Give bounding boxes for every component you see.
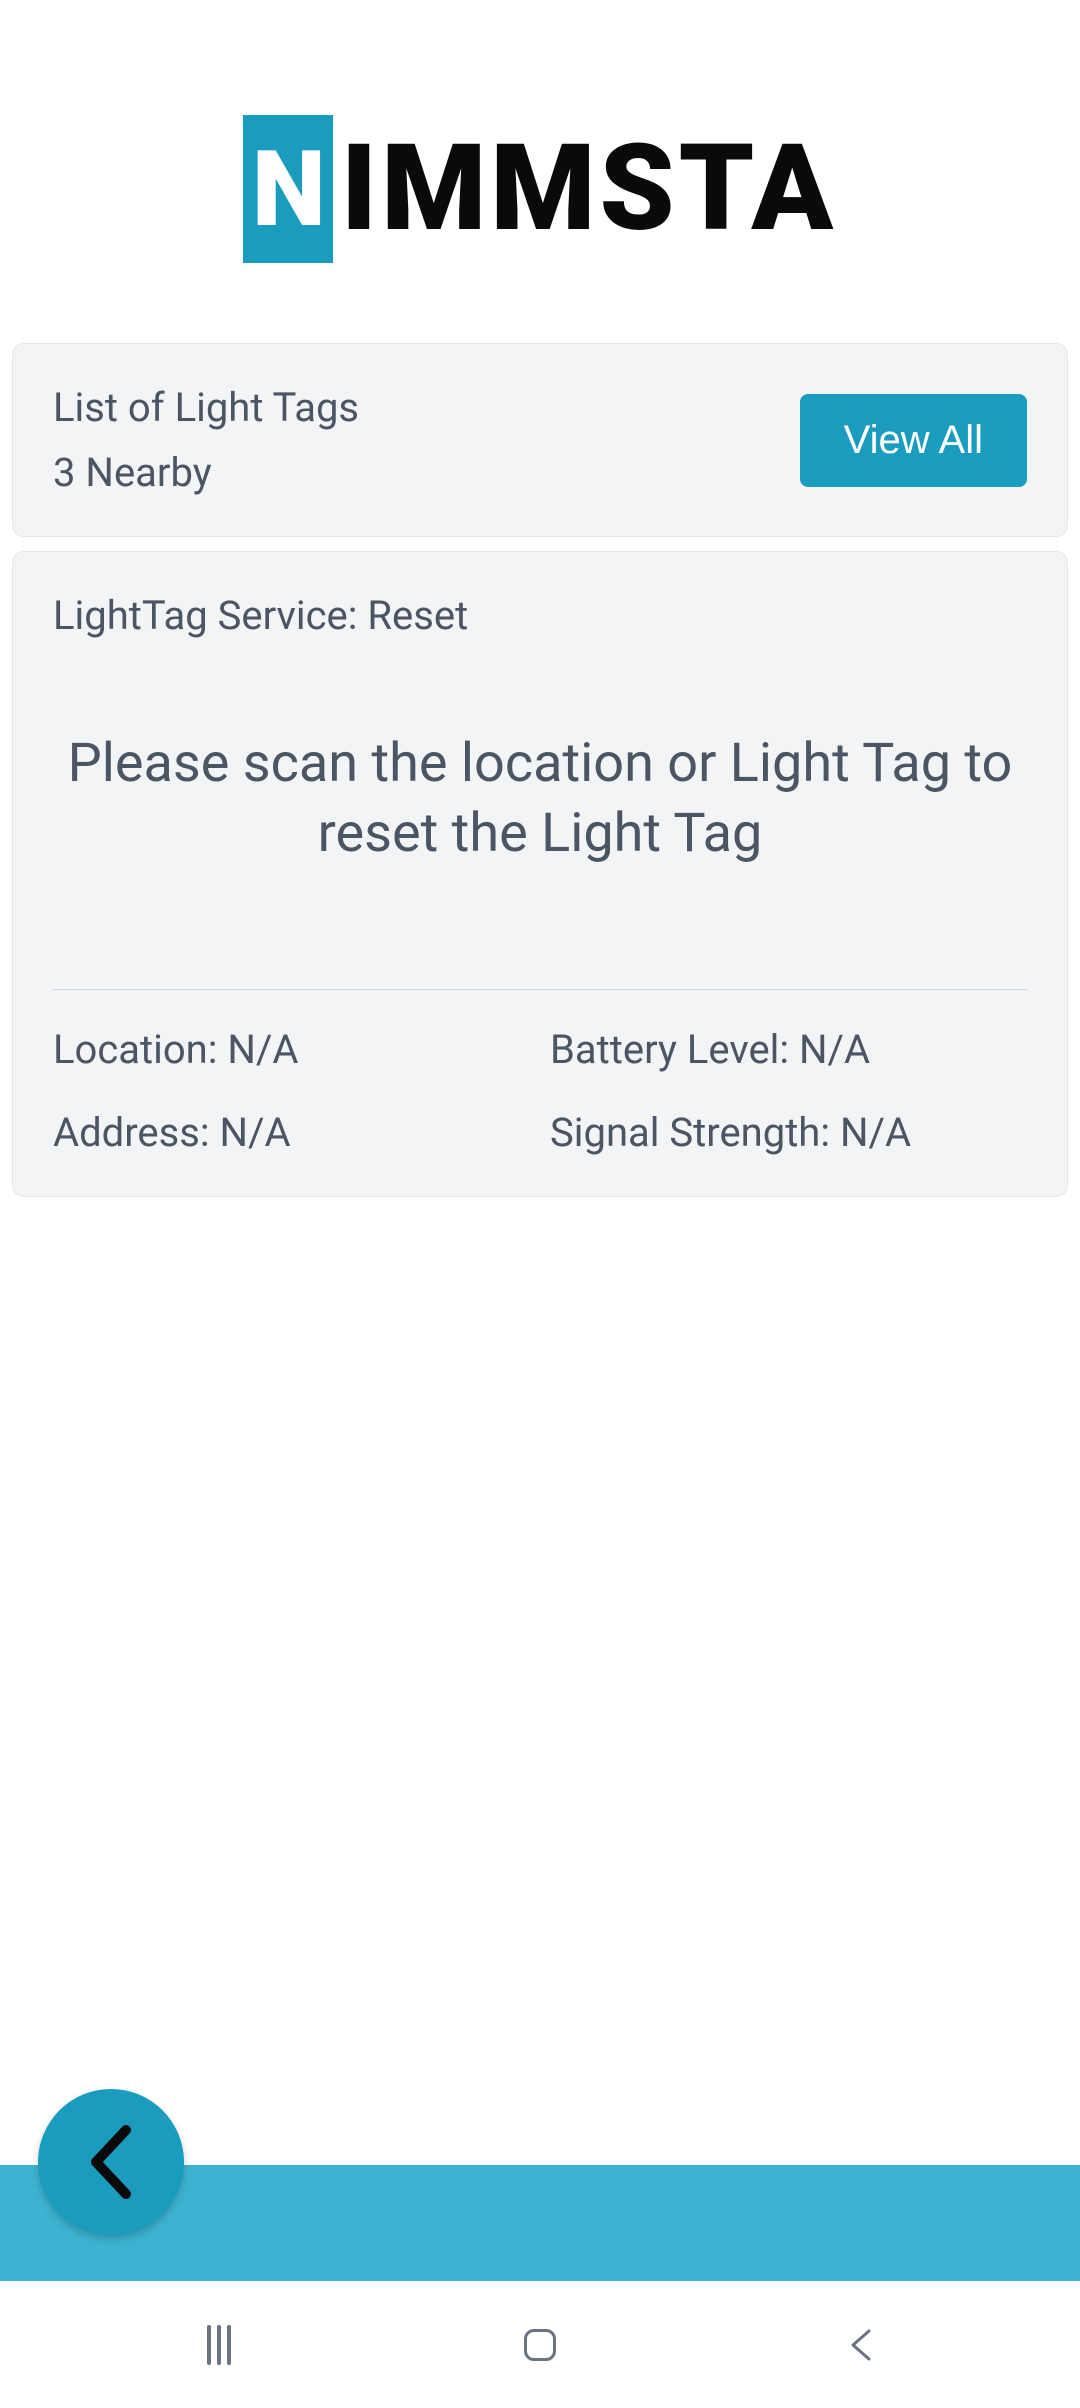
logo-highlighted-letter: N (252, 128, 324, 251)
divider (53, 989, 1027, 990)
system-nav-bar (0, 2281, 1080, 2408)
nav-back-button[interactable] (849, 2327, 873, 2363)
list-info: List of Light Tags 3 Nearby (53, 384, 359, 496)
battery-value: Battery Level: N/A (550, 1026, 1027, 1073)
light-tags-list-card: List of Light Tags 3 Nearby View All (12, 343, 1068, 537)
list-title: List of Light Tags (53, 384, 359, 431)
nav-home-button[interactable] (524, 2329, 556, 2361)
service-card: LightTag Service: Reset Please scan the … (12, 551, 1068, 1197)
service-title: LightTag Service: Reset (53, 592, 1027, 639)
details-grid: Location: N/A Battery Level: N/A Address… (53, 1026, 1027, 1156)
nearby-count: 3 Nearby (53, 449, 359, 496)
back-button[interactable] (38, 2089, 184, 2235)
signal-value: Signal Strength: N/A (550, 1109, 1027, 1156)
instruction-text: Please scan the location or Light Tag to… (53, 729, 1027, 869)
address-value: Address: N/A (53, 1109, 530, 1156)
logo-text: IMMSTA (341, 119, 837, 259)
logo: N IMMSTA (12, 0, 1068, 343)
nav-recent-line-icon (207, 2325, 211, 2365)
location-value: Location: N/A (53, 1026, 530, 1073)
nav-recent-line-icon (217, 2325, 221, 2365)
nav-recent-button[interactable] (207, 2325, 231, 2365)
view-all-button[interactable]: View All (800, 394, 1027, 487)
logo-box: N (243, 115, 333, 263)
chevron-left-icon (86, 2122, 136, 2202)
nav-recent-line-icon (227, 2325, 231, 2365)
